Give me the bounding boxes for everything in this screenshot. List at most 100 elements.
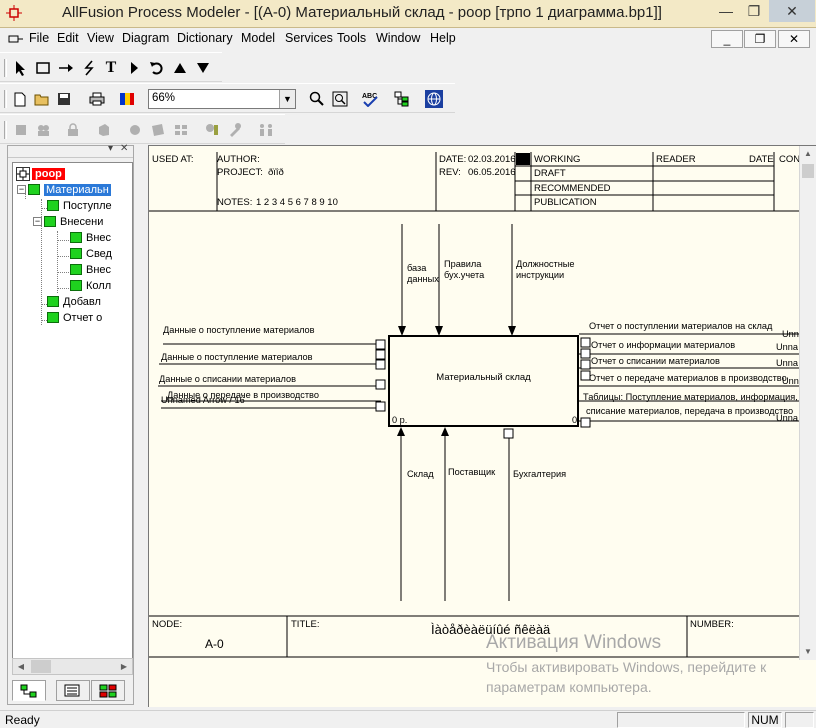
grid-icon[interactable] (170, 119, 192, 141)
tree-node-receipt[interactable]: Поступле (47, 198, 112, 213)
mechanism-label-accounting[interactable]: Бухгалтерия (513, 469, 566, 479)
zoom-icon[interactable] (306, 88, 328, 110)
input-label[interactable]: Unnamed Arrow / 16 (161, 395, 245, 405)
output-tag[interactable]: Unn (782, 329, 799, 339)
collapse-icon[interactable]: − (17, 185, 26, 194)
tree-node-entry[interactable]: − Внесени (33, 214, 103, 229)
mdi-close-button[interactable]: ✕ (778, 30, 810, 48)
explorer-horizontal-scrollbar[interactable]: ◀ ▶ (12, 658, 133, 675)
menu-edit[interactable]: Edit (57, 31, 79, 45)
output-label[interactable]: Отчет о передаче материалов в производст… (589, 373, 787, 383)
input-label[interactable]: Данные о поступление материалов (163, 325, 315, 335)
tree-node-collect[interactable]: Колл (70, 278, 111, 293)
menu-window[interactable]: Window (376, 31, 420, 45)
scroll-left-icon[interactable]: ◀ (13, 659, 29, 674)
mdi-restore-button[interactable]: ❐ (744, 30, 776, 48)
tab-activities[interactable] (12, 680, 46, 701)
toolbar-grip[interactable] (4, 90, 7, 108)
toolbar-grip[interactable] (4, 121, 7, 139)
check-in-icon[interactable] (93, 119, 115, 141)
go-down-icon[interactable] (192, 57, 214, 79)
canvas-vertical-scrollbar[interactable]: ▲ ▼ (799, 146, 816, 660)
document-menu-icon[interactable] (8, 33, 24, 45)
minimize-button[interactable]: — (712, 0, 740, 22)
tree-node-info[interactable]: Свед (70, 246, 112, 261)
scroll-up-icon[interactable]: ▲ (800, 146, 816, 162)
output-tag[interactable]: Unna (776, 358, 798, 368)
menu-view[interactable]: View (87, 31, 114, 45)
chevron-down-icon[interactable]: ▼ (279, 90, 295, 108)
report-icon[interactable] (147, 119, 169, 141)
model-explorer-icon[interactable] (391, 88, 413, 110)
explorer-pin-icon[interactable]: ▾ (108, 143, 113, 154)
pointer-tool-icon[interactable] (10, 57, 32, 79)
open-folder-icon[interactable] (31, 88, 53, 110)
collapse-icon[interactable]: − (33, 217, 42, 226)
output-label[interactable]: Отчет о информации материалов (591, 340, 735, 350)
model-properties-icon[interactable] (10, 119, 32, 141)
menu-model[interactable]: Model (241, 31, 275, 45)
mechanism-label-supplier[interactable]: Поставщик (448, 467, 495, 477)
diagram-canvas[interactable]: USED AT: AUTHOR: PROJECT: ðïîð NOTES: 1 … (148, 145, 816, 707)
mechanism-label-warehouse[interactable]: Склад (407, 469, 434, 479)
off-page-reference-icon[interactable] (123, 57, 145, 79)
scroll-right-icon[interactable]: ▶ (116, 659, 132, 674)
scroll-thumb[interactable] (31, 660, 51, 673)
model-tree[interactable]: poop − Материальн Поступле − Внесени Вне… (12, 162, 133, 662)
control-label-database[interactable]: база данных (407, 263, 443, 285)
lock-icon[interactable] (62, 119, 84, 141)
box-tool-icon[interactable] (32, 57, 54, 79)
text-tool-icon[interactable]: T (100, 57, 122, 79)
scroll-thumb[interactable] (802, 164, 814, 178)
control-label-accounting-rules[interactable]: Правила бух.учета (444, 259, 494, 281)
globe-icon[interactable] (423, 88, 445, 110)
zoom-combobox[interactable]: 66% ▼ (148, 89, 296, 109)
output-label[interactable]: Таблицы: Поступление материалов, информа… (583, 392, 799, 402)
undo-tool-icon[interactable] (146, 57, 168, 79)
output-label[interactable]: Отчет о списании материалов (591, 356, 720, 366)
menu-services[interactable]: Services (285, 31, 333, 45)
users-icon[interactable] (32, 119, 54, 141)
input-label[interactable]: Данные о поступление материалов (161, 352, 313, 362)
arrow-tool-icon[interactable] (55, 57, 77, 79)
spell-check-icon[interactable]: ABC (359, 88, 381, 110)
print-icon[interactable] (86, 88, 108, 110)
tools-icon[interactable] (224, 119, 246, 141)
toolbar-grip[interactable] (4, 59, 7, 77)
save-icon[interactable] (53, 88, 75, 110)
tree-model-node[interactable]: poop (16, 166, 65, 181)
close-button[interactable]: ✕ (769, 0, 815, 22)
explorer-close-icon[interactable]: ✕ (120, 143, 128, 154)
go-up-icon[interactable] (169, 57, 191, 79)
check-out-icon[interactable] (124, 119, 146, 141)
menu-diagram[interactable]: Diagram (122, 31, 169, 45)
mdi-minimize-button[interactable]: _ (711, 30, 743, 48)
scroll-down-icon[interactable]: ▼ (800, 644, 816, 660)
output-label[interactable]: списание материалов, передача в производ… (586, 406, 799, 416)
tab-objects[interactable] (91, 680, 125, 701)
tree-node-material-warehouse[interactable]: − Материальн (17, 182, 111, 197)
tab-diagrams[interactable] (56, 680, 90, 701)
people-icon[interactable] (255, 119, 277, 141)
new-file-icon[interactable] (9, 88, 31, 110)
control-label-job-instructions[interactable]: Должностные инструкции (516, 259, 586, 281)
output-tag[interactable]: Unna (776, 342, 798, 352)
menu-help[interactable]: Help (430, 31, 456, 45)
squiggle-tool-icon[interactable] (78, 57, 100, 79)
maximize-button[interactable]: ❐ (740, 0, 768, 22)
zoom-fit-icon[interactable] (329, 88, 351, 110)
find-icon[interactable] (201, 119, 223, 141)
tree-node-entry-2[interactable]: Внес (70, 262, 111, 277)
tree-node-entry-1[interactable]: Внес (70, 230, 111, 245)
output-label[interactable]: Отчет о поступлении материалов на склад (589, 321, 772, 331)
menu-dictionary[interactable]: Dictionary (177, 31, 233, 45)
activity-box[interactable]: Материальный склад 0 р. 0 (388, 335, 579, 427)
input-label[interactable]: Данные о списании материалов (159, 374, 296, 384)
output-tag[interactable]: Unna (776, 413, 798, 423)
menu-file[interactable]: File (29, 31, 49, 45)
diagram-area[interactable]: USED AT: AUTHOR: PROJECT: ðïîð NOTES: 1 … (149, 146, 804, 660)
color-palette-icon[interactable] (116, 88, 138, 110)
menu-tools[interactable]: Tools (337, 31, 366, 45)
tree-node-report[interactable]: Отчет о (47, 310, 102, 325)
tree-node-add[interactable]: Добавл (47, 294, 101, 309)
